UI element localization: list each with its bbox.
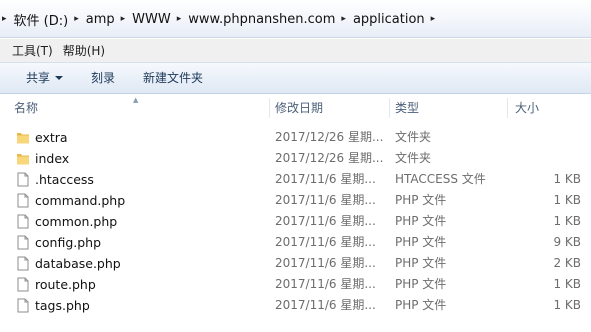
file-date: 2017/11/6 星期... bbox=[275, 298, 376, 312]
list-item[interactable]: .htaccess 2017/11/6 星期... HTACCESS 文件 1 … bbox=[0, 169, 591, 190]
file-type: PHP 文件 bbox=[395, 298, 447, 312]
file-size: 1 KB bbox=[553, 172, 581, 186]
list-item[interactable]: index 2017/12/26 星期... 文件夹 bbox=[0, 148, 591, 169]
breadcrumb-site[interactable]: www.phpnanshen.com bbox=[184, 12, 339, 27]
folder-icon bbox=[17, 154, 29, 165]
file-icon bbox=[17, 193, 29, 208]
file-type: PHP 文件 bbox=[395, 193, 447, 207]
address-bar[interactable]: ▸ 软件 (D:) ▸ amp ▸ WWW ▸ www.phpnanshen.c… bbox=[0, 0, 591, 38]
file-type: PHP 文件 bbox=[395, 277, 447, 291]
file-name: common.php bbox=[35, 214, 118, 229]
list-item[interactable]: extra 2017/12/26 星期... 文件夹 bbox=[0, 127, 591, 148]
file-date: 2017/11/6 星期... bbox=[275, 277, 376, 291]
file-type: HTACCESS 文件 bbox=[395, 172, 486, 186]
file-type: PHP 文件 bbox=[395, 256, 447, 270]
file-size: 1 KB bbox=[553, 298, 581, 312]
file-type: PHP 文件 bbox=[395, 214, 447, 228]
file-type: 文件夹 bbox=[395, 151, 432, 165]
column-date[interactable]: 修改日期 bbox=[275, 96, 387, 121]
file-size: 9 KB bbox=[553, 235, 581, 249]
column-size[interactable]: 大小 bbox=[515, 96, 585, 121]
file-date: 2017/11/6 星期... bbox=[275, 214, 376, 228]
column-divider[interactable] bbox=[507, 98, 508, 118]
file-name: command.php bbox=[35, 193, 126, 208]
file-size: 1 KB bbox=[553, 214, 581, 228]
column-divider[interactable] bbox=[269, 98, 270, 118]
file-icon bbox=[17, 256, 29, 271]
new-folder-button[interactable]: 新建文件夹 bbox=[131, 66, 215, 90]
chevron-right-icon[interactable]: ▸ bbox=[119, 14, 129, 24]
command-toolbar: 共享 刻录 新建文件夹 bbox=[0, 62, 591, 94]
file-size: 2 KB bbox=[553, 256, 581, 270]
list-item[interactable]: config.php 2017/11/6 星期... PHP 文件 9 KB bbox=[0, 232, 591, 253]
menu-help[interactable]: 帮助(H) bbox=[59, 42, 111, 59]
file-icon bbox=[17, 235, 29, 250]
breadcrumb-application[interactable]: application bbox=[349, 12, 429, 27]
caret-down-icon bbox=[55, 76, 64, 80]
column-divider[interactable] bbox=[389, 98, 390, 118]
folder-icon bbox=[17, 133, 29, 144]
file-size: 1 KB bbox=[553, 277, 581, 291]
chevron-right-icon[interactable]: ▸ bbox=[72, 14, 82, 24]
file-icon bbox=[17, 277, 29, 292]
chevron-right-icon[interactable]: ▸ bbox=[339, 14, 349, 24]
menu-bar: 工具(T) 帮助(H) bbox=[0, 39, 591, 62]
chevron-right-icon[interactable]: ▸ bbox=[175, 14, 185, 24]
breadcrumb: ▸ 软件 (D:) ▸ amp ▸ WWW ▸ www.phpnanshen.c… bbox=[0, 9, 438, 29]
menu-tools[interactable]: 工具(T) bbox=[0, 42, 59, 59]
file-name: database.php bbox=[35, 256, 121, 271]
file-date: 2017/11/6 星期... bbox=[275, 172, 376, 186]
file-date: 2017/12/26 星期... bbox=[275, 151, 384, 165]
breadcrumb-drive[interactable]: 软件 (D:) bbox=[10, 10, 73, 29]
file-name: config.php bbox=[35, 235, 102, 250]
column-name[interactable]: 名称 bbox=[14, 96, 269, 121]
burn-button[interactable]: 刻录 bbox=[79, 66, 127, 90]
file-name: .htaccess bbox=[35, 172, 94, 187]
file-type: 文件夹 bbox=[395, 130, 432, 144]
column-header: ▲ 名称 修改日期 类型 大小 bbox=[0, 96, 591, 121]
file-name: route.php bbox=[35, 277, 96, 292]
file-icon bbox=[17, 214, 29, 229]
file-date: 2017/11/6 星期... bbox=[275, 256, 376, 270]
breadcrumb-amp[interactable]: amp bbox=[82, 12, 119, 27]
file-icon bbox=[17, 172, 29, 187]
share-label: 共享 bbox=[26, 71, 51, 85]
share-button[interactable]: 共享 bbox=[14, 66, 75, 90]
chevron-left-icon[interactable]: ▸ bbox=[0, 14, 10, 24]
list-item[interactable]: route.php 2017/11/6 星期... PHP 文件 1 KB bbox=[0, 274, 591, 295]
file-name: tags.php bbox=[35, 298, 90, 313]
file-name: index bbox=[35, 151, 70, 166]
chevron-right-icon[interactable]: ▸ bbox=[429, 14, 439, 24]
list-item[interactable]: command.php 2017/11/6 星期... PHP 文件 1 KB bbox=[0, 190, 591, 211]
file-date: 2017/11/6 星期... bbox=[275, 193, 376, 207]
list-item[interactable]: tags.php 2017/11/6 星期... PHP 文件 1 KB bbox=[0, 295, 591, 316]
file-type: PHP 文件 bbox=[395, 235, 447, 249]
column-type[interactable]: 类型 bbox=[395, 96, 505, 121]
breadcrumb-www[interactable]: WWW bbox=[128, 12, 175, 27]
file-size: 1 KB bbox=[553, 193, 581, 207]
list-item[interactable]: common.php 2017/11/6 星期... PHP 文件 1 KB bbox=[0, 211, 591, 232]
file-date: 2017/11/6 星期... bbox=[275, 235, 376, 249]
list-item[interactable]: database.php 2017/11/6 星期... PHP 文件 2 KB bbox=[0, 253, 591, 274]
file-icon bbox=[17, 298, 29, 313]
file-name: extra bbox=[35, 130, 68, 145]
file-date: 2017/12/26 星期... bbox=[275, 130, 384, 144]
